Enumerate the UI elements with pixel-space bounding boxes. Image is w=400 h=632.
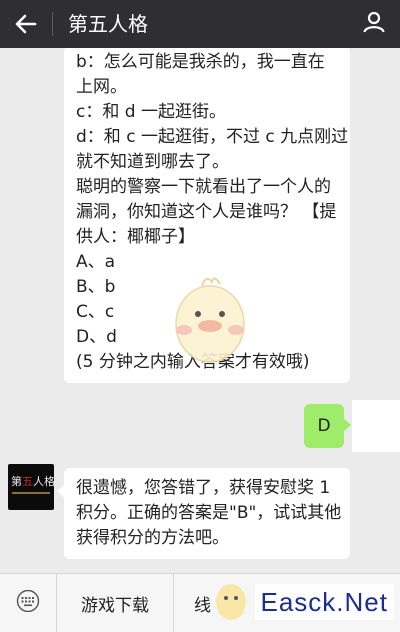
top-bar: 第五人格 bbox=[0, 0, 400, 48]
message-line: 漏洞，你知道这个人是谁吗？ 【提 bbox=[76, 202, 337, 222]
logo-part: 第 bbox=[11, 475, 22, 488]
chat-title: 第五人格 bbox=[68, 12, 148, 36]
message-line: b：怎么可能是我杀的，我一直在 bbox=[76, 52, 325, 72]
incoming-message-bubble: 很遗憾，您答错了，获得安慰奖 1 积分。正确的答案是"B"，试试其他 获得积分的… bbox=[57, 468, 350, 559]
avatar[interactable]: 第五人格 bbox=[8, 464, 54, 510]
arrow-left-icon bbox=[15, 14, 37, 34]
chat-area[interactable]: b：怎么可能是我杀的，我一直在 上网。 c：和 d 一起逛街。 d：和 c 一起… bbox=[0, 48, 400, 573]
chick-sticker-icon bbox=[175, 277, 245, 363]
keyboard-icon bbox=[15, 589, 41, 616]
message-line: 积分。正确的答案是"B"，试试其他 bbox=[76, 503, 342, 523]
outgoing-message-bubble: D bbox=[304, 404, 351, 448]
person-icon bbox=[362, 10, 386, 38]
message-line: 供人：椰椰子】 bbox=[76, 227, 195, 247]
keyboard-toggle-button[interactable] bbox=[0, 574, 57, 632]
message-line: 上网。 bbox=[76, 77, 127, 97]
game-logo: 第五人格 bbox=[11, 476, 54, 488]
message-line: 获得积分的方法吧。 bbox=[76, 528, 229, 548]
header-divider bbox=[52, 12, 53, 36]
message-line: 聪明的警察一下就看出了一个人的 bbox=[76, 177, 331, 197]
back-button[interactable] bbox=[10, 8, 42, 40]
message-line: 就不知道到哪去了。 bbox=[76, 152, 229, 172]
logo-part: 人格 bbox=[33, 475, 54, 488]
my-avatar[interactable] bbox=[352, 400, 400, 452]
logo-underline bbox=[12, 492, 50, 494]
watermark-chick-icon bbox=[216, 584, 246, 620]
message-line: 很遗憾，您答错了，获得安慰奖 1 bbox=[76, 478, 331, 498]
message-line: d：和 c 一起逛街，不过 c 九点刚过 bbox=[76, 127, 349, 147]
logo-part: 五 bbox=[22, 475, 33, 488]
watermark: Easck.Net bbox=[254, 584, 394, 620]
profile-button[interactable] bbox=[358, 8, 390, 40]
message-line: c：和 d 一起逛街。 bbox=[76, 102, 226, 122]
menu-game-download[interactable]: 游戏下载 bbox=[57, 574, 174, 632]
